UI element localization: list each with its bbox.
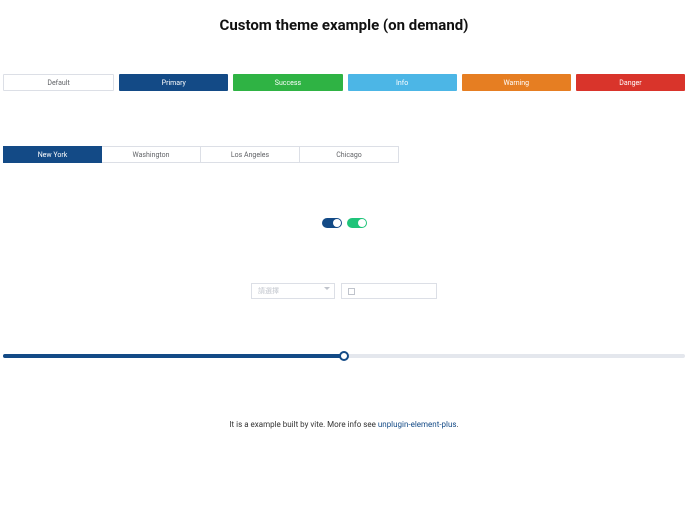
- calendar-icon: [348, 288, 355, 295]
- tab-los-angeles[interactable]: Los Angeles: [201, 146, 300, 163]
- switch-knob-icon: [333, 219, 341, 227]
- tabs-row: New York Washington Los Angeles Chicago: [0, 146, 688, 163]
- danger-button[interactable]: Danger: [576, 74, 685, 91]
- select-input[interactable]: 請選擇: [251, 283, 335, 299]
- footer-text: It is a example built by vite. More info…: [0, 420, 688, 429]
- tab-new-york[interactable]: New York: [3, 146, 102, 163]
- page-title: Custom theme example (on demand): [0, 16, 688, 34]
- slider-fill: [3, 354, 344, 358]
- slider-track[interactable]: [3, 354, 685, 358]
- footer-link[interactable]: unplugin-element-plus: [378, 420, 457, 429]
- default-button[interactable]: Default: [3, 74, 114, 91]
- button-row: Default Primary Success Info Warning Dan…: [0, 74, 688, 91]
- primary-button[interactable]: Primary: [119, 74, 228, 91]
- footer-suffix: .: [457, 420, 459, 429]
- footer-prefix: It is a example built by vite. More info…: [229, 420, 378, 429]
- tab-chicago[interactable]: Chicago: [300, 146, 399, 163]
- inputs-row: 請選擇: [0, 283, 688, 299]
- success-button[interactable]: Success: [233, 74, 342, 91]
- info-button[interactable]: Info: [348, 74, 457, 91]
- switch-knob-icon: [358, 219, 366, 227]
- switch-primary[interactable]: [322, 218, 342, 228]
- date-input[interactable]: [341, 283, 437, 299]
- switch-success[interactable]: [347, 218, 367, 228]
- switches-row: [0, 218, 688, 228]
- chevron-down-icon: [324, 287, 330, 290]
- select-placeholder: 請選擇: [258, 286, 279, 296]
- warning-button[interactable]: Warning: [462, 74, 571, 91]
- slider-wrap: [0, 354, 688, 358]
- slider-handle[interactable]: [339, 351, 349, 361]
- tab-washington[interactable]: Washington: [102, 146, 201, 163]
